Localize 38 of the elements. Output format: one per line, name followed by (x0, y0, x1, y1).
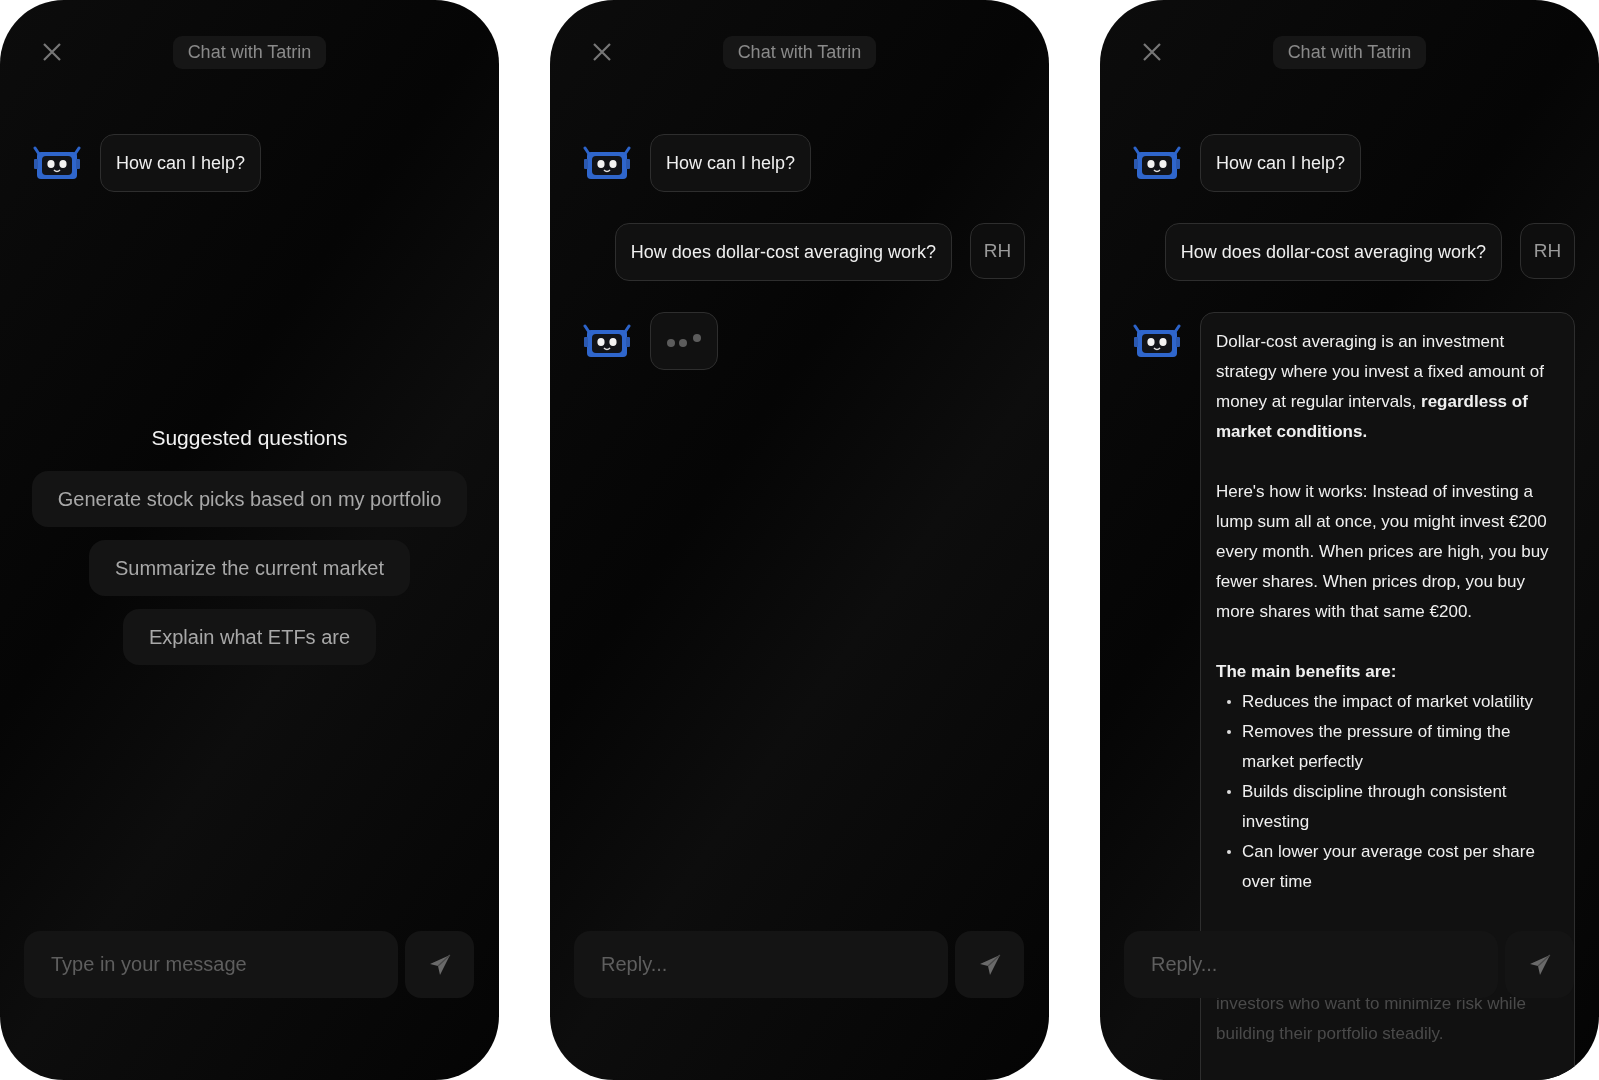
bullet-icon (1227, 700, 1231, 704)
bullet-icon (1227, 790, 1231, 794)
bullet-icon (1227, 730, 1231, 734)
close-icon[interactable] (42, 42, 62, 62)
message-paragraph: Dollar-cost averaging is an investment strategy where you invest a fixed amount of money at regular intervals, regardless of market conditions. (1216, 331, 1545, 443)
send-button[interactable] (405, 931, 474, 998)
user-message: How does dollar-cost averaging work? (614, 223, 952, 281)
chat-title: Chat with Tatrin (172, 35, 327, 69)
robot-avatar-icon (1132, 324, 1182, 358)
user-avatar: RH (1520, 223, 1575, 279)
suggestion-chip[interactable]: Generate stock picks based on my portfolio (31, 471, 468, 527)
chat-title: Chat with Tatrin (1272, 35, 1427, 69)
message-heading: The main benefits are: (1216, 661, 1398, 683)
list-item-text: Can lower your average cost per share over time (1242, 841, 1536, 893)
suggestion-chip[interactable]: Summarize the current market (89, 540, 410, 596)
robot-avatar-icon (1132, 146, 1182, 180)
bot-message: How can I help? (1200, 134, 1362, 192)
bot-message: How can I help? (100, 134, 262, 192)
robot-avatar-icon (582, 324, 632, 358)
send-button[interactable] (955, 931, 1024, 998)
close-icon[interactable] (592, 42, 612, 62)
message-paragraph: Here's how it works: Instead of investing a lump sum all at once, you might invest €200 every month. When prices are high, you buy fewer shares. When prices drop, you buy more shares with that same €200. (1216, 481, 1550, 623)
robot-avatar-icon (32, 146, 82, 180)
list-item-text: Reduces the impact of market volatility (1242, 691, 1533, 713)
message-input-field[interactable]: Type in your message (24, 931, 398, 998)
user-avatar: RH (970, 223, 1025, 279)
robot-avatar-icon (582, 146, 632, 180)
typing-dots-icon (666, 333, 702, 349)
list-item-text: Removes the pressure of timing the market perfectly (1242, 721, 1512, 773)
close-icon[interactable] (1142, 42, 1162, 62)
list-item-text: Builds discipline through consistent investing (1242, 781, 1508, 833)
bullet-icon (1227, 850, 1231, 854)
bot-message: How can I help? (650, 134, 812, 192)
suggestions-heading: Suggested questions (151, 426, 348, 450)
user-message: How does dollar-cost averaging work? (1164, 223, 1502, 281)
chat-title: Chat with Tatrin (722, 35, 877, 69)
message-input-field[interactable]: Reply... (574, 931, 948, 998)
suggestion-chip[interactable]: Explain what ETFs are (122, 609, 377, 665)
